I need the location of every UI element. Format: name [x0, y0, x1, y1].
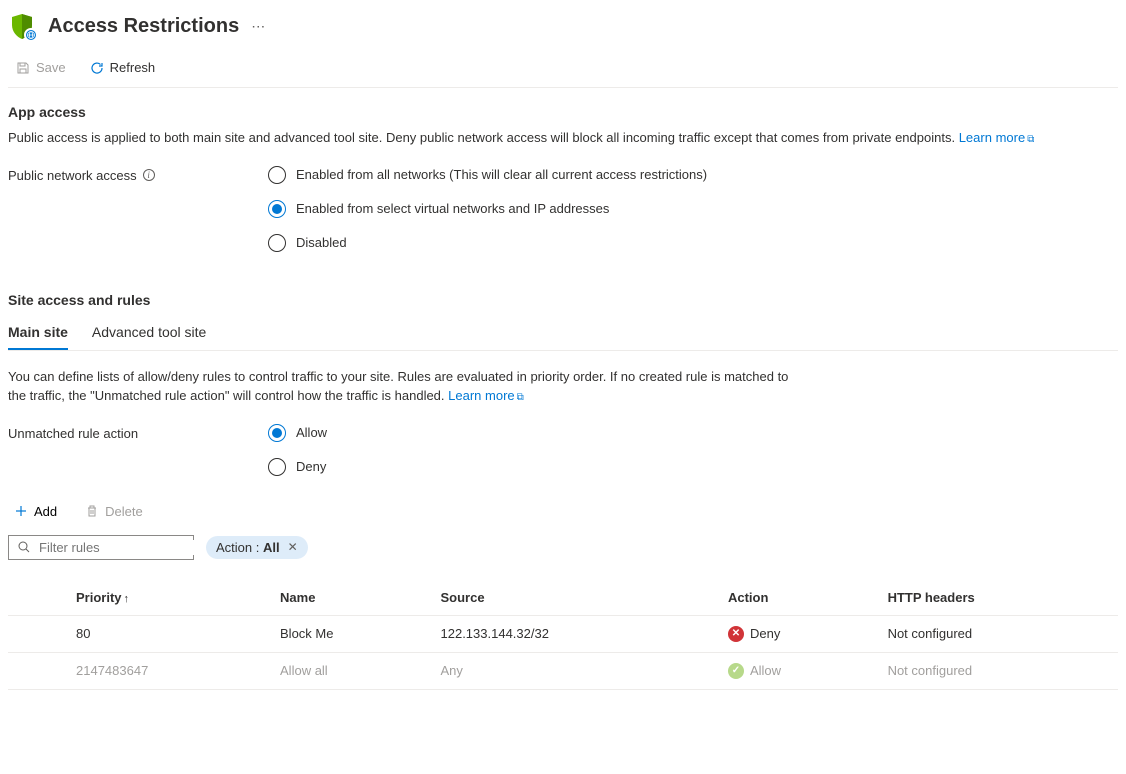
delete-label: Delete — [105, 504, 143, 519]
page-title: Access Restrictions — [48, 15, 239, 38]
unmatched-rule-field: Unmatched rule action Allow Deny — [8, 424, 1118, 476]
action-text: Deny — [750, 626, 780, 641]
filter-pill-action[interactable]: Action : All ✕ — [206, 536, 308, 559]
external-link-icon: ⧉ — [1027, 134, 1034, 145]
cell-source: 122.133.144.32/32 — [433, 615, 720, 652]
cell-action: ✕ Deny — [720, 615, 880, 652]
sort-up-icon: ↑ — [124, 593, 130, 605]
learn-more-link[interactable]: Learn more⧉ — [448, 388, 524, 403]
save-label: Save — [36, 60, 66, 75]
filter-bar: Action : All ✕ — [8, 535, 1118, 560]
close-icon[interactable]: ✕ — [288, 540, 298, 554]
radio-enabled-select[interactable]: Enabled from select virtual networks and… — [268, 200, 707, 218]
radio-icon — [268, 458, 286, 476]
col-spacer — [8, 580, 68, 616]
cell-headers: Not configured — [880, 615, 1118, 652]
table-header-row: Priority↑ Name Source Action HTTP header… — [8, 580, 1118, 616]
delete-button[interactable]: Delete — [79, 500, 149, 523]
field-label: Public network access i — [8, 166, 268, 183]
filter-input-wrap[interactable] — [8, 535, 194, 560]
info-icon[interactable]: i — [143, 169, 155, 181]
unmatched-radio-group: Allow Deny — [268, 424, 327, 476]
cell-name: Allow all — [272, 652, 432, 689]
app-access-description: Public access is applied to both main si… — [8, 128, 1118, 148]
tab-advanced-tool-site[interactable]: Advanced tool site — [92, 316, 206, 350]
external-link-icon: ⧉ — [517, 392, 524, 403]
page-header: Access Restrictions ⋯ — [8, 8, 1118, 52]
site-rules-section: Site access and rules Main site Advanced… — [8, 292, 1118, 690]
radio-allow[interactable]: Allow — [268, 424, 327, 442]
table-row[interactable]: 2147483647Allow allAny ✓ Allow Not configur… — [8, 652, 1118, 689]
col-source[interactable]: Source — [433, 580, 720, 616]
field-label: Unmatched rule action — [8, 424, 268, 441]
refresh-label: Refresh — [110, 60, 156, 75]
refresh-button[interactable]: Refresh — [86, 58, 160, 77]
deny-icon: ✕ — [728, 626, 744, 642]
radio-icon — [268, 234, 286, 252]
cell-name: Block Me — [272, 615, 432, 652]
allow-icon: ✓ — [728, 663, 744, 679]
public-network-radio-group: Enabled from all networks (This will cle… — [268, 166, 707, 252]
radio-icon — [268, 424, 286, 442]
table-row[interactable]: 80Block Me122.133.144.32/32 ✕ Deny Not conf… — [8, 615, 1118, 652]
cell-priority: 2147483647 — [68, 652, 272, 689]
col-name[interactable]: Name — [272, 580, 432, 616]
refresh-icon — [90, 61, 104, 75]
globe-icon — [24, 28, 38, 42]
cell-priority: 80 — [68, 615, 272, 652]
add-label: Add — [34, 504, 57, 519]
command-bar: Save Refresh — [8, 52, 1118, 88]
radio-disabled[interactable]: Disabled — [268, 234, 707, 252]
shield-icon — [8, 12, 36, 40]
radio-enabled-all[interactable]: Enabled from all networks (This will cle… — [268, 166, 707, 184]
learn-more-link[interactable]: Learn more⧉ — [959, 130, 1035, 145]
site-rules-title: Site access and rules — [8, 292, 1118, 308]
cell-source: Any — [433, 652, 720, 689]
plus-icon — [14, 504, 28, 518]
add-button[interactable]: Add — [8, 500, 63, 523]
col-headers[interactable]: HTTP headers — [880, 580, 1118, 616]
cell-spacer — [8, 652, 68, 689]
save-icon — [16, 61, 30, 75]
more-icon[interactable]: ⋯ — [251, 18, 266, 35]
search-icon — [17, 540, 31, 554]
cell-spacer — [8, 615, 68, 652]
pill-label: Action : All — [216, 540, 280, 555]
radio-deny[interactable]: Deny — [268, 458, 327, 476]
radio-icon — [268, 200, 286, 218]
radio-icon — [268, 166, 286, 184]
app-access-section: App access Public access is applied to b… — [8, 104, 1118, 252]
app-access-title: App access — [8, 104, 1118, 120]
site-rules-description: You can define lists of allow/deny rules… — [8, 367, 808, 406]
save-button[interactable]: Save — [12, 58, 70, 77]
cell-headers: Not configured — [880, 652, 1118, 689]
cell-action: ✓ Allow — [720, 652, 880, 689]
filter-input[interactable] — [39, 540, 215, 555]
col-priority[interactable]: Priority↑ — [68, 580, 272, 616]
public-network-access-field: Public network access i Enabled from all… — [8, 166, 1118, 252]
action-text: Allow — [750, 663, 781, 678]
site-tabs: Main site Advanced tool site — [8, 316, 1118, 351]
rules-action-bar: Add Delete — [8, 500, 1118, 523]
trash-icon — [85, 504, 99, 518]
rules-table: Priority↑ Name Source Action HTTP header… — [8, 580, 1118, 690]
tab-main-site[interactable]: Main site — [8, 316, 68, 350]
col-action[interactable]: Action — [720, 580, 880, 616]
